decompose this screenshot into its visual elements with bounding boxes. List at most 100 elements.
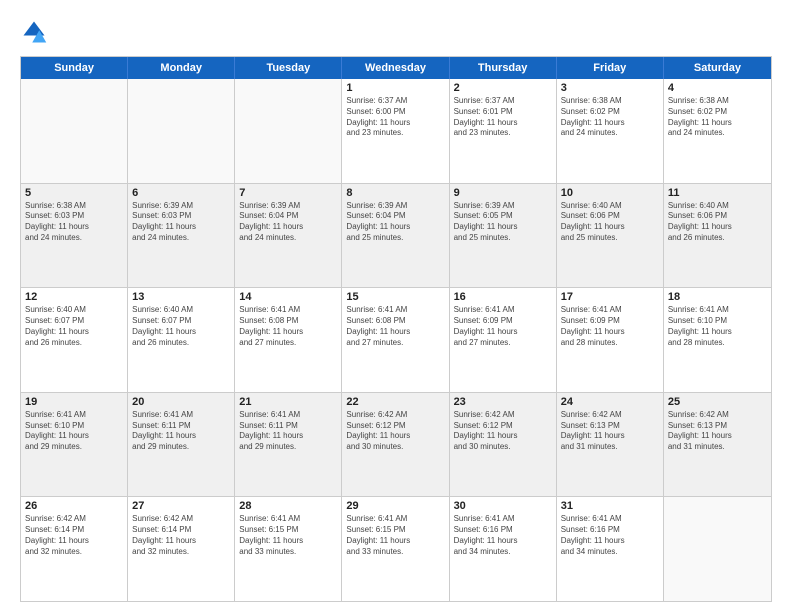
calendar-row-0: 1 Sunrise: 6:37 AM Sunset: 6:00 PM Daylig… bbox=[21, 79, 771, 183]
day-number: 20 bbox=[132, 396, 230, 408]
header-day-saturday: Saturday bbox=[664, 57, 771, 79]
day-number: 25 bbox=[668, 396, 767, 408]
day-number: 16 bbox=[454, 291, 552, 303]
header bbox=[20, 18, 772, 46]
cal-cell: 11Sunrise: 6:40 AM Sunset: 6:06 PM Dayli… bbox=[664, 184, 771, 288]
cell-info: Sunrise: 6:39 AM Sunset: 6:04 PM Dayligh… bbox=[346, 201, 444, 244]
day-number: 13 bbox=[132, 291, 230, 303]
day-number: 26 bbox=[25, 500, 123, 512]
cell-info: Sunrise: 6:38 AM Sunset: 6:02 PM Dayligh… bbox=[561, 96, 659, 139]
day-number: 31 bbox=[561, 500, 659, 512]
header-day-thursday: Thursday bbox=[450, 57, 557, 79]
cell-info: Sunrise: 6:40 AM Sunset: 6:06 PM Dayligh… bbox=[561, 201, 659, 244]
calendar: SundayMondayTuesdayWednesdayThursdayFrid… bbox=[20, 56, 772, 602]
logo bbox=[20, 18, 52, 46]
day-number: 22 bbox=[346, 396, 444, 408]
header-day-monday: Monday bbox=[128, 57, 235, 79]
cal-cell: 6 Sunrise: 6:39 AM Sunset: 6:03 PM Daylig… bbox=[128, 184, 235, 288]
cal-cell: 28 Sunrise: 6:41 AM Sunset: 6:15 PM Dayli… bbox=[235, 497, 342, 601]
cal-cell: 10 Sunrise: 6:40 AM Sunset: 6:06 PM Dayli… bbox=[557, 184, 664, 288]
cell-info: Sunrise: 6:41 AM Sunset: 6:11 PM Dayligh… bbox=[239, 410, 337, 453]
cell-info: Sunrise: 6:38 AM Sunset: 6:03 PM Dayligh… bbox=[25, 201, 123, 244]
cal-cell: 15 Sunrise: 6:41 AM Sunset: 6:08 PM Dayli… bbox=[342, 288, 449, 392]
cal-cell bbox=[128, 79, 235, 183]
cell-info: Sunrise: 6:38 AM Sunset: 6:02 PM Dayligh… bbox=[668, 96, 767, 139]
cal-cell: 1 Sunrise: 6:37 AM Sunset: 6:00 PM Daylig… bbox=[342, 79, 449, 183]
cal-cell bbox=[21, 79, 128, 183]
cell-info: Sunrise: 6:41 AM Sunset: 6:08 PM Dayligh… bbox=[239, 305, 337, 348]
day-number: 14 bbox=[239, 291, 337, 303]
cell-info: Sunrise: 6:41 AM Sunset: 6:15 PM Dayligh… bbox=[239, 514, 337, 557]
cell-info: Sunrise: 6:42 AM Sunset: 6:13 PM Dayligh… bbox=[561, 410, 659, 453]
cell-info: Sunrise: 6:42 AM Sunset: 6:13 PM Dayligh… bbox=[668, 410, 767, 453]
cell-info: Sunrise: 6:41 AM Sunset: 6:11 PM Dayligh… bbox=[132, 410, 230, 453]
calendar-row-3: 19 Sunrise: 6:41 AM Sunset: 6:10 PM Dayli… bbox=[21, 392, 771, 497]
day-number: 3 bbox=[561, 82, 659, 94]
cal-cell bbox=[235, 79, 342, 183]
day-number: 18 bbox=[668, 291, 767, 303]
day-number: 21 bbox=[239, 396, 337, 408]
cal-cell: 25 Sunrise: 6:42 AM Sunset: 6:13 PM Dayli… bbox=[664, 393, 771, 497]
cell-info: Sunrise: 6:41 AM Sunset: 6:10 PM Dayligh… bbox=[25, 410, 123, 453]
day-number: 15 bbox=[346, 291, 444, 303]
day-number: 27 bbox=[132, 500, 230, 512]
cal-cell: 30 Sunrise: 6:41 AM Sunset: 6:16 PM Dayli… bbox=[450, 497, 557, 601]
cell-info: Sunrise: 6:37 AM Sunset: 6:00 PM Dayligh… bbox=[346, 96, 444, 139]
day-number: 28 bbox=[239, 500, 337, 512]
header-day-friday: Friday bbox=[557, 57, 664, 79]
cal-cell: 26 Sunrise: 6:42 AM Sunset: 6:14 PM Dayli… bbox=[21, 497, 128, 601]
cell-info: Sunrise: 6:37 AM Sunset: 6:01 PM Dayligh… bbox=[454, 96, 552, 139]
cell-info: Sunrise: 6:39 AM Sunset: 6:03 PM Dayligh… bbox=[132, 201, 230, 244]
day-number: 10 bbox=[561, 187, 659, 199]
calendar-header: SundayMondayTuesdayWednesdayThursdayFrid… bbox=[21, 57, 771, 79]
logo-icon bbox=[20, 18, 48, 46]
day-number: 1 bbox=[346, 82, 444, 94]
cal-cell: 31 Sunrise: 6:41 AM Sunset: 6:16 PM Dayli… bbox=[557, 497, 664, 601]
day-number: 6 bbox=[132, 187, 230, 199]
header-day-sunday: Sunday bbox=[21, 57, 128, 79]
cal-cell: 8 Sunrise: 6:39 AM Sunset: 6:04 PM Daylig… bbox=[342, 184, 449, 288]
page: SundayMondayTuesdayWednesdayThursdayFrid… bbox=[0, 0, 792, 612]
day-number: 17 bbox=[561, 291, 659, 303]
cell-info: Sunrise: 6:42 AM Sunset: 6:12 PM Dayligh… bbox=[346, 410, 444, 453]
header-day-wednesday: Wednesday bbox=[342, 57, 449, 79]
cal-cell: 22 Sunrise: 6:42 AM Sunset: 6:12 PM Dayli… bbox=[342, 393, 449, 497]
cal-cell: 18 Sunrise: 6:41 AM Sunset: 6:10 PM Dayli… bbox=[664, 288, 771, 392]
day-number: 7 bbox=[239, 187, 337, 199]
day-number: 2 bbox=[454, 82, 552, 94]
cell-info: Sunrise: 6:41 AM Sunset: 6:09 PM Dayligh… bbox=[561, 305, 659, 348]
day-number: 12 bbox=[25, 291, 123, 303]
cal-cell: 2 Sunrise: 6:37 AM Sunset: 6:01 PM Daylig… bbox=[450, 79, 557, 183]
cal-cell: 27 Sunrise: 6:42 AM Sunset: 6:14 PM Dayli… bbox=[128, 497, 235, 601]
cell-info: Sunrise: 6:40 AM Sunset: 6:07 PM Dayligh… bbox=[25, 305, 123, 348]
cal-cell: 7 Sunrise: 6:39 AM Sunset: 6:04 PM Daylig… bbox=[235, 184, 342, 288]
calendar-row-4: 26 Sunrise: 6:42 AM Sunset: 6:14 PM Dayli… bbox=[21, 496, 771, 601]
cell-info: Sunrise: 6:41 AM Sunset: 6:09 PM Dayligh… bbox=[454, 305, 552, 348]
calendar-row-2: 12 Sunrise: 6:40 AM Sunset: 6:07 PM Dayli… bbox=[21, 287, 771, 392]
cell-info: Sunrise: 6:41 AM Sunset: 6:15 PM Dayligh… bbox=[346, 514, 444, 557]
day-number: 8 bbox=[346, 187, 444, 199]
day-number: 30 bbox=[454, 500, 552, 512]
day-number: 5 bbox=[25, 187, 123, 199]
cell-info: Sunrise: 6:41 AM Sunset: 6:08 PM Dayligh… bbox=[346, 305, 444, 348]
cell-info: Sunrise: 6:41 AM Sunset: 6:10 PM Dayligh… bbox=[668, 305, 767, 348]
day-number: 24 bbox=[561, 396, 659, 408]
cal-cell: 24 Sunrise: 6:42 AM Sunset: 6:13 PM Dayli… bbox=[557, 393, 664, 497]
cell-info: Sunrise: 6:41 AM Sunset: 6:16 PM Dayligh… bbox=[454, 514, 552, 557]
calendar-row-1: 5 Sunrise: 6:38 AM Sunset: 6:03 PM Daylig… bbox=[21, 183, 771, 288]
cal-cell bbox=[664, 497, 771, 601]
day-number: 23 bbox=[454, 396, 552, 408]
cell-info: Sunrise: 6:42 AM Sunset: 6:12 PM Dayligh… bbox=[454, 410, 552, 453]
cell-info: Sunrise: 6:39 AM Sunset: 6:04 PM Dayligh… bbox=[239, 201, 337, 244]
cell-info: Sunrise: 6:40 AM Sunset: 6:06 PM Dayligh… bbox=[668, 201, 767, 244]
cell-info: Sunrise: 6:40 AM Sunset: 6:07 PM Dayligh… bbox=[132, 305, 230, 348]
cal-cell: 29Sunrise: 6:41 AM Sunset: 6:15 PM Dayli… bbox=[342, 497, 449, 601]
cell-info: Sunrise: 6:42 AM Sunset: 6:14 PM Dayligh… bbox=[132, 514, 230, 557]
cal-cell: 3 Sunrise: 6:38 AM Sunset: 6:02 PM Daylig… bbox=[557, 79, 664, 183]
calendar-body: 1 Sunrise: 6:37 AM Sunset: 6:00 PM Daylig… bbox=[21, 79, 771, 601]
cell-info: Sunrise: 6:42 AM Sunset: 6:14 PM Dayligh… bbox=[25, 514, 123, 557]
cal-cell: 17 Sunrise: 6:41 AM Sunset: 6:09 PM Dayli… bbox=[557, 288, 664, 392]
day-number: 19 bbox=[25, 396, 123, 408]
cal-cell: 4Sunrise: 6:38 AM Sunset: 6:02 PM Daylig… bbox=[664, 79, 771, 183]
cell-info: Sunrise: 6:41 AM Sunset: 6:16 PM Dayligh… bbox=[561, 514, 659, 557]
